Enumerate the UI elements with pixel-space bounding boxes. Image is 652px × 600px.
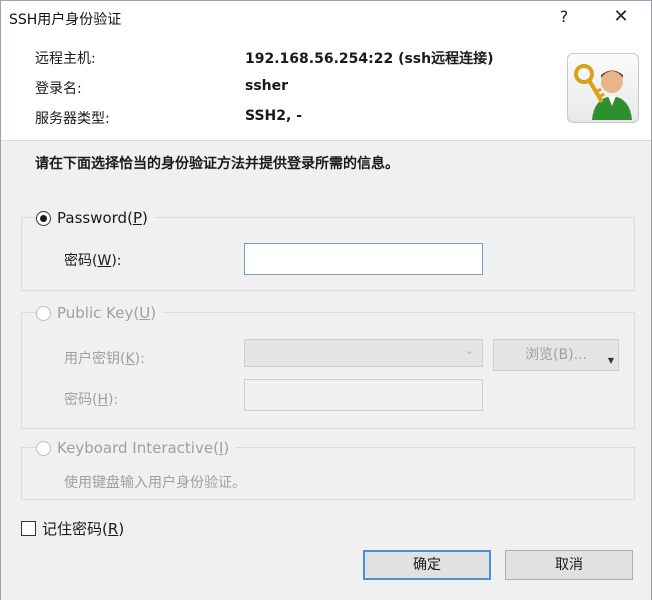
password-radio[interactable]: Password(P) — [36, 209, 154, 227]
radio-unchecked-icon — [36, 305, 51, 321]
password-field-label: 密码 — [64, 253, 92, 269]
keyboard-interactive-radio[interactable]: Keyboard Interactive(I) — [36, 439, 236, 457]
browse-button-label: 浏览(B)... — [525, 347, 587, 363]
instruction-text: 请在下面选择恰当的身份验证方法并提供登录所需的信息。 — [35, 156, 399, 172]
password-input[interactable] — [244, 243, 483, 275]
help-button[interactable]: ? — [541, 1, 587, 33]
user-key-label: 用户密钥 — [64, 351, 120, 367]
passphrase-label: 密码 — [64, 392, 92, 408]
passphrase-accel: H — [97, 392, 108, 408]
publickey-accel: U — [139, 304, 151, 322]
connection-info: 远程主机: 192.168.56.254:22 (ssh远程连接) 登录名: s… — [1, 35, 651, 139]
keyboard-description: 使用键盘输入用户身份验证。 — [64, 475, 246, 491]
browse-button[interactable]: 浏览(B)... ▼ — [493, 339, 619, 371]
server-type-label: 服务器类型: — [35, 111, 110, 127]
password-accel: P — [132, 209, 142, 227]
login-name-value: ssher — [245, 78, 289, 94]
remote-host-value: 192.168.56.254:22 (ssh远程连接) — [245, 51, 494, 67]
key-user-icon — [567, 53, 639, 123]
user-key-accel: K — [125, 351, 135, 367]
remember-accel: R — [107, 520, 119, 538]
keyboard-accel: I — [218, 439, 224, 457]
passphrase-input[interactable] — [244, 379, 483, 411]
dropdown-arrow-icon: ▼ — [607, 356, 614, 365]
publickey-radio-label: Public Key — [57, 304, 134, 322]
publickey-group: Public Key(U) 用户密钥(K): ⌄ 浏览(B)... ▼ 密码(H… — [21, 304, 635, 429]
publickey-radio[interactable]: Public Key(U) — [36, 304, 163, 322]
window-title: SSH用户身份验证 — [9, 12, 122, 28]
remote-host-label: 远程主机: — [35, 51, 96, 67]
remember-password-checkbox[interactable]: 记住密码(R) — [21, 518, 124, 539]
chevron-down-icon: ⌄ — [464, 344, 474, 357]
password-radio-label: Password — [57, 209, 128, 227]
keyboard-radio-label: Keyboard Interactive — [57, 439, 214, 457]
login-name-label: 登录名: — [35, 81, 82, 97]
ok-button[interactable]: 确定 — [363, 550, 491, 580]
radio-unchecked-icon — [36, 440, 51, 456]
cancel-button[interactable]: 取消 — [505, 550, 633, 580]
checkbox-unchecked-icon — [21, 521, 36, 536]
keyboard-interactive-group: Keyboard Interactive(I) 使用键盘输入用户身份验证。 — [21, 439, 635, 500]
password-field-accel: W — [97, 253, 112, 269]
radio-checked-icon — [36, 210, 51, 226]
title-bar[interactable]: SSH用户身份验证 ? ✕ — [1, 1, 651, 33]
remember-label: 记住密码 — [42, 520, 103, 538]
ssh-auth-dialog: SSH用户身份验证 ? ✕ 远程主机: 192.168.56.254:22 (s… — [0, 0, 652, 600]
server-type-value: SSH2, - — [245, 108, 302, 124]
close-button[interactable]: ✕ — [598, 1, 644, 33]
auth-methods-panel: 请在下面选择恰当的身份验证方法并提供登录所需的信息。 Password(P) 密… — [1, 140, 651, 600]
user-key-combo[interactable]: ⌄ — [244, 339, 483, 367]
password-group: Password(P) 密码(W): — [21, 209, 635, 291]
